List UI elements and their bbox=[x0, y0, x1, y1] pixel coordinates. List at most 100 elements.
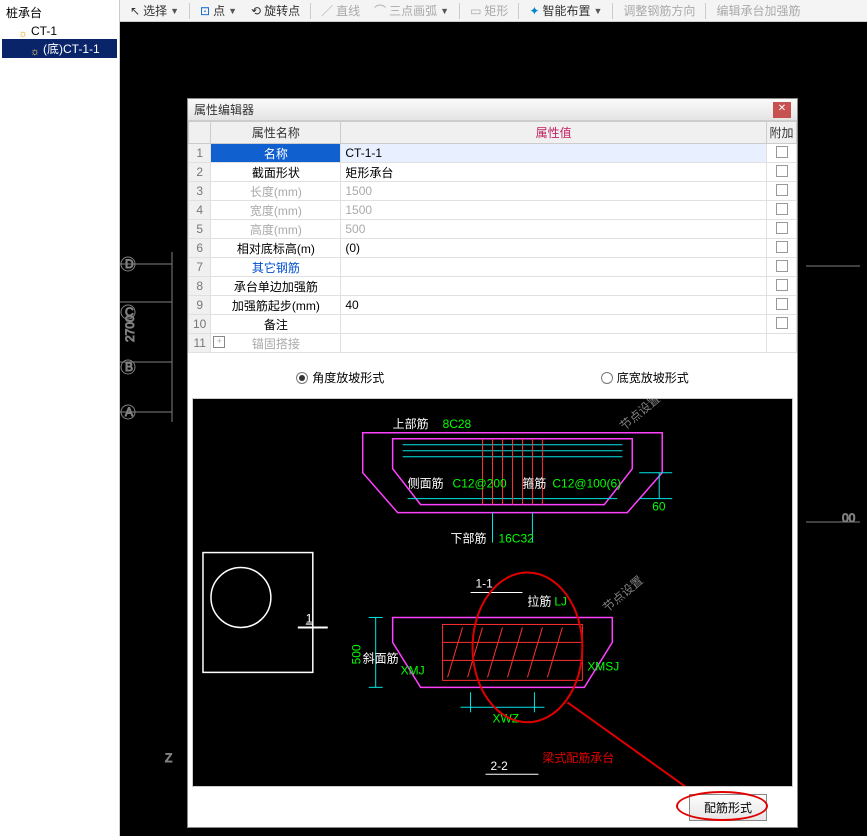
checkbox-icon bbox=[776, 317, 788, 329]
col-add: 附加 bbox=[767, 122, 797, 144]
property-add-checkbox[interactable] bbox=[767, 163, 797, 182]
checkbox-icon bbox=[776, 241, 788, 253]
property-key: 备注 bbox=[211, 315, 341, 334]
tree-item-ct11[interactable]: (底)CT-1-1 bbox=[2, 39, 117, 58]
svg-text:LJ: LJ bbox=[554, 594, 567, 608]
svg-text:8C28: 8C28 bbox=[443, 417, 472, 431]
cursor-icon: ↖ bbox=[130, 4, 140, 18]
property-add-checkbox[interactable] bbox=[767, 315, 797, 334]
row-number: 3 bbox=[189, 182, 211, 201]
property-add-checkbox[interactable] bbox=[767, 220, 797, 239]
separator bbox=[612, 3, 613, 19]
property-row[interactable]: 10备注 bbox=[189, 315, 797, 334]
property-key: 相对底标高(m) bbox=[211, 239, 341, 258]
radio-label: 角度放坡形式 bbox=[312, 369, 384, 386]
arc-icon: ⌒ bbox=[374, 2, 386, 19]
rotate-point-tool[interactable]: ⟲旋转点 bbox=[245, 0, 306, 21]
select-tool[interactable]: ↖选择▼ bbox=[124, 0, 185, 21]
svg-text:拉筋: 拉筋 bbox=[527, 593, 551, 608]
top-toolbar: ↖选择▼ ⊡点▼ ⟲旋转点 ／直线 ⌒三点画弧▼ ▭矩形 ✦智能布置▼ 调整钢筋… bbox=[120, 0, 867, 22]
property-add-checkbox[interactable] bbox=[767, 296, 797, 315]
svg-text:2-2: 2-2 bbox=[491, 759, 509, 773]
edit-strengthen-tool[interactable]: 编辑承台加强筋 bbox=[710, 0, 806, 21]
tree-root[interactable]: 桩承台 bbox=[2, 2, 117, 23]
radio-width-slope[interactable]: 底宽放坡形式 bbox=[601, 369, 689, 386]
property-add-checkbox[interactable] bbox=[767, 258, 797, 277]
property-value[interactable] bbox=[341, 334, 767, 353]
svg-text:节点设置: 节点设置 bbox=[617, 399, 663, 433]
property-row[interactable]: 11锚固搭接 bbox=[189, 334, 797, 353]
property-row[interactable]: 6相对底标高(m)(0) bbox=[189, 239, 797, 258]
col-value: 属性值 bbox=[341, 122, 767, 144]
checkbox-icon bbox=[776, 203, 788, 215]
property-value[interactable]: 40 bbox=[341, 296, 767, 315]
close-icon[interactable]: ✕ bbox=[773, 102, 791, 118]
property-row[interactable]: 8承台单边加强筋 bbox=[189, 277, 797, 296]
svg-text:Z: Z bbox=[165, 751, 172, 765]
adjust-rebar-tool[interactable]: 调整钢筋方向 bbox=[617, 0, 701, 21]
separator bbox=[518, 3, 519, 19]
property-key: 宽度(mm) bbox=[211, 201, 341, 220]
svg-text:C12@200: C12@200 bbox=[453, 477, 507, 491]
checkbox-icon bbox=[776, 279, 788, 291]
property-row[interactable]: 7其它钢筋 bbox=[189, 258, 797, 277]
property-add-checkbox[interactable] bbox=[767, 144, 797, 163]
property-value[interactable]: CT-1-1 bbox=[341, 144, 767, 163]
rect-tool[interactable]: ▭矩形 bbox=[464, 0, 514, 21]
radio-icon bbox=[296, 372, 308, 384]
property-row[interactable]: 5高度(mm)500 bbox=[189, 220, 797, 239]
svg-text:1-1: 1-1 bbox=[476, 577, 494, 591]
svg-text:XWZ: XWZ bbox=[493, 711, 520, 725]
property-value[interactable]: 1500 bbox=[341, 201, 767, 220]
property-value[interactable]: 500 bbox=[341, 220, 767, 239]
property-key: 加强筋起步(mm) bbox=[211, 296, 341, 315]
property-value[interactable] bbox=[341, 315, 767, 334]
svg-text:XMJ: XMJ bbox=[401, 663, 425, 677]
row-number: 9 bbox=[189, 296, 211, 315]
rebar-diagram: 上部筋 8C28 侧面筋 C12@200 箍筋 C12@100(6) 下部筋 1… bbox=[192, 398, 793, 787]
property-row[interactable]: 9加强筋起步(mm)40 bbox=[189, 296, 797, 315]
row-number: 1 bbox=[189, 144, 211, 163]
dialog-titlebar[interactable]: 属性编辑器 ✕ bbox=[188, 99, 797, 121]
property-row[interactable]: 4宽度(mm)1500 bbox=[189, 201, 797, 220]
arc-tool[interactable]: ⌒三点画弧▼ bbox=[368, 0, 455, 21]
property-row[interactable]: 1名称CT-1-1 bbox=[189, 144, 797, 163]
row-number: 8 bbox=[189, 277, 211, 296]
property-value[interactable]: 矩形承台 bbox=[341, 163, 767, 182]
svg-text:C12@100(6): C12@100(6) bbox=[552, 477, 621, 491]
property-add-checkbox[interactable] bbox=[767, 334, 797, 353]
property-value[interactable] bbox=[341, 258, 767, 277]
property-key: 高度(mm) bbox=[211, 220, 341, 239]
svg-text:箍筋: 箍筋 bbox=[522, 476, 546, 491]
property-row[interactable]: 2截面形状矩形承台 bbox=[189, 163, 797, 182]
property-value[interactable] bbox=[341, 277, 767, 296]
slope-form-radio-row: 角度放坡形式 底宽放坡形式 bbox=[188, 353, 797, 398]
svg-text:D: D bbox=[125, 257, 134, 271]
line-icon: ／ bbox=[321, 2, 333, 19]
property-add-checkbox[interactable] bbox=[767, 201, 797, 220]
line-tool[interactable]: ／直线 bbox=[315, 0, 366, 21]
property-add-checkbox[interactable] bbox=[767, 182, 797, 201]
property-key: 名称 bbox=[211, 144, 341, 163]
property-add-checkbox[interactable] bbox=[767, 277, 797, 296]
svg-text:XMSJ: XMSJ bbox=[587, 659, 619, 673]
sun-icon bbox=[18, 26, 28, 36]
row-number: 4 bbox=[189, 201, 211, 220]
svg-text:500: 500 bbox=[350, 644, 364, 664]
tree-item-label: (底)CT-1-1 bbox=[43, 40, 100, 57]
property-value[interactable]: 1500 bbox=[341, 182, 767, 201]
radio-angle-slope[interactable]: 角度放坡形式 bbox=[296, 369, 384, 386]
point-tool[interactable]: ⊡点▼ bbox=[194, 0, 243, 21]
property-key: 长度(mm) bbox=[211, 182, 341, 201]
col-blank bbox=[189, 122, 211, 144]
property-value[interactable]: (0) bbox=[341, 239, 767, 258]
point-icon: ⊡ bbox=[200, 4, 210, 18]
rect-icon: ▭ bbox=[470, 4, 481, 18]
chevron-down-icon: ▼ bbox=[440, 6, 449, 16]
property-add-checkbox[interactable] bbox=[767, 239, 797, 258]
smart-layout-tool[interactable]: ✦智能布置▼ bbox=[523, 0, 608, 21]
svg-text:16C32: 16C32 bbox=[498, 532, 534, 546]
property-row[interactable]: 3长度(mm)1500 bbox=[189, 182, 797, 201]
svg-text:斜面筋: 斜面筋 bbox=[363, 650, 399, 665]
tree-item-ct1[interactable]: CT-1 bbox=[2, 23, 117, 39]
